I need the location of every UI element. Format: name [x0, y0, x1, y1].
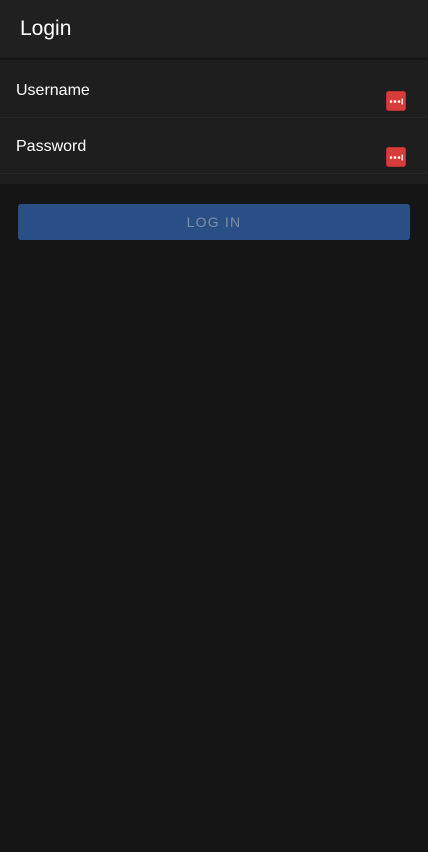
app-header: Login: [0, 0, 428, 58]
password-manager-icon[interactable]: [386, 147, 406, 167]
password-input[interactable]: [16, 154, 376, 170]
login-screen: Login Username Password LOG IN: [0, 0, 428, 852]
username-input[interactable]: [16, 98, 376, 114]
login-form: Username Password: [0, 60, 428, 184]
password-manager-glyph: [389, 98, 403, 105]
username-field[interactable]: Username: [0, 62, 428, 118]
page-title: Login: [20, 17, 72, 40]
password-manager-icon[interactable]: [386, 91, 406, 111]
login-button[interactable]: LOG IN: [18, 204, 410, 240]
password-manager-glyph: [389, 154, 403, 161]
password-field[interactable]: Password: [0, 118, 428, 174]
